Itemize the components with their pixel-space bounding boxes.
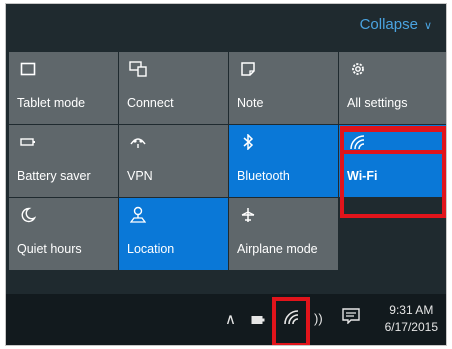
tile-wifi[interactable]: Wi-Fi [339,125,446,197]
connect-icon [129,60,147,78]
tile-label: Location [127,242,175,256]
quick-actions-grid: Tablet mode Connect Note All settings Ba [9,52,446,270]
location-icon [129,206,147,224]
gear-icon [349,60,367,78]
tile-label: Quiet hours [17,242,82,256]
chevron-down-icon: ∨ [423,20,432,32]
bluetooth-icon [239,133,257,151]
empty-tile-slot [339,198,446,270]
wifi-icon [349,133,367,151]
tile-all-settings[interactable]: All settings [339,52,446,124]
clock-time: 9:31 AM [389,303,434,317]
battery-icon [19,133,37,151]
tile-location[interactable]: Location [119,198,228,270]
battery-tray-icon[interactable] [251,312,265,328]
tile-label: Connect [127,96,174,110]
tile-airplane-mode[interactable]: Airplane mode [229,198,338,270]
tile-note[interactable]: Note [229,52,338,124]
moon-icon [19,206,37,224]
action-center-panel: Collapse ∨ Tablet mode Connect Note All … [5,3,447,346]
action-center-header: Collapse ∨ [6,4,446,48]
collapse-button[interactable]: Collapse ∨ [360,16,432,33]
action-center-icon[interactable] [342,308,360,327]
clock-date: 6/17/2015 [384,320,438,334]
tile-label: Airplane mode [237,242,318,256]
airplane-icon [239,206,257,224]
tile-battery-saver[interactable]: Battery saver [9,125,118,197]
taskbar: ∧ )) 9:31 AM 6/17/2015 [6,294,446,345]
wifi-tray-icon[interactable] [284,309,300,328]
tile-label: Tablet mode [17,96,86,110]
tile-label: VPN [127,169,153,183]
tile-vpn[interactable]: VPN [119,125,228,197]
tile-quiet-hours[interactable]: Quiet hours [9,198,118,270]
tile-label: Wi-Fi [347,169,378,183]
clock[interactable]: 9:31 AM 6/17/2015 [385,302,438,336]
show-hidden-icons-icon[interactable]: ∧ [225,310,236,328]
tile-label: Battery saver [17,169,91,183]
tile-tablet-mode[interactable]: Tablet mode [9,52,118,124]
vpn-icon [129,133,147,151]
tile-bluetooth[interactable]: Bluetooth [229,125,338,197]
tile-label: Note [237,96,264,110]
tile-label: All settings [347,96,408,110]
note-icon [239,60,257,78]
tile-label: Bluetooth [237,169,290,183]
tile-connect[interactable]: Connect [119,52,228,124]
volume-icon[interactable]: )) [314,311,323,326]
tablet-mode-icon [19,60,37,78]
collapse-label: Collapse [359,16,418,33]
